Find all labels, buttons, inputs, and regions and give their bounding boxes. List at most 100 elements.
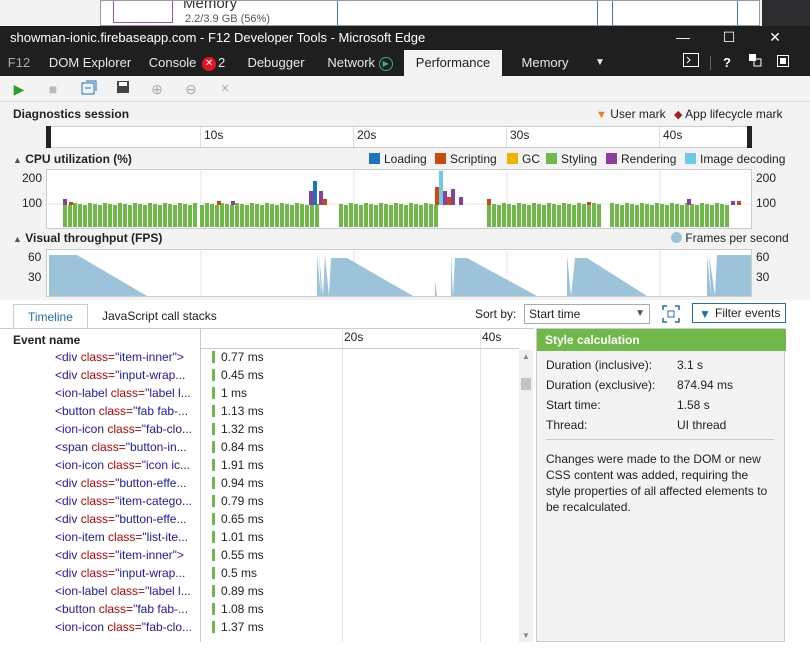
cpu-bar [217,201,221,205]
event-duration-row[interactable]: 1.13 ms [212,404,342,422]
save-icon[interactable] [114,80,132,98]
event-row[interactable]: <span class="button-in... [0,440,200,458]
event-duration-row[interactable]: 0.89 ms [212,584,342,602]
filter-events-button[interactable]: ▼ Filter events [692,303,786,323]
minimize-button[interactable]: — [660,26,706,50]
event-row[interactable]: <ion-item class="list-ite... [0,530,200,548]
event-value: "item-inner"> [115,548,184,562]
range-end-handle[interactable] [747,126,752,148]
event-attr: class= [110,584,146,598]
event-duration-row[interactable]: 1.37 ms [212,620,342,638]
event-row[interactable]: <ion-icon class="fab-clo... [0,620,200,638]
cpu-bar [587,202,591,205]
cpu-section-header[interactable]: ▲ CPU utilization (%) [13,152,132,166]
scroll-up-icon[interactable]: ▲ [522,352,530,361]
event-attr: class= [80,368,116,382]
timeline-ruler[interactable]: 10s 20s 30s 40s [46,126,752,149]
fit-to-view-icon[interactable] [662,305,680,323]
event-row[interactable]: <button class="fab fab-... [0,602,200,620]
zoom-out-icon[interactable]: ⊖ [182,80,200,98]
tab-console[interactable]: Console ✕ 2 [142,50,232,76]
zoom-in-icon[interactable]: ⊕ [148,80,166,98]
sort-by-select[interactable]: Start time ▼ [524,304,650,324]
cpu-bar [695,205,699,227]
event-row[interactable]: <ion-label class="label l... [0,584,200,602]
event-row[interactable]: <ion-icon class="fab-clo... [0,422,200,440]
tab-js-call-stacks[interactable]: JavaScript call stacks [88,304,231,328]
devtools-tabbar: F12 DOM Explorer Console ✕ 2 Debugger Net… [0,50,810,76]
cpu-bar [153,204,157,227]
sort-by-value: Start time [529,307,581,321]
event-row[interactable]: <div class="item-catego... [0,494,200,512]
undock-icon[interactable] [740,50,770,76]
cpu-bar [163,203,167,227]
event-duration-row[interactable]: 1.01 ms [212,530,342,548]
console-error-count: 2 [218,55,226,70]
help-icon[interactable]: ? [712,50,742,76]
start-profiling-icon[interactable]: ▶ [10,80,28,98]
legend-styling-label: Styling [561,152,598,166]
tab-memory[interactable]: Memory [510,50,580,76]
console-pane-icon[interactable] [676,50,706,76]
event-row[interactable]: <div class="button-effe... [0,512,200,530]
event-duration-row[interactable]: 0.45 ms [212,368,342,386]
event-list-scrollbar[interactable]: ▲ ▼ [519,350,533,642]
stop-profiling-icon[interactable]: ■ [44,80,62,98]
more-tabs-icon[interactable]: ▼ [586,50,614,76]
event-duration-row[interactable]: 1.32 ms [212,422,342,440]
cpu-bar [527,205,531,227]
cpu-bar [183,204,187,227]
close-button[interactable]: ✕ [752,26,798,50]
close-devtools-icon[interactable] [768,50,798,76]
event-duration-row[interactable]: 0.77 ms [212,350,342,368]
f12-label: F12 [7,55,31,70]
scroll-down-icon[interactable]: ▼ [522,631,530,640]
maximize-button[interactable]: ☐ [706,26,752,50]
event-duration-row[interactable]: 0.79 ms [212,494,342,512]
event-duration-row[interactable]: 0.65 ms [212,512,342,530]
chevron-down-icon: ▼ [635,308,645,319]
event-row[interactable]: <ion-icon class="icon ic... [0,458,200,476]
event-row[interactable]: <button class="fab fab-... [0,404,200,422]
cpu-chart[interactable] [46,169,752,229]
tab-dom-explorer[interactable]: DOM Explorer [40,50,140,76]
cpu-bar [240,204,244,227]
legend-scripting-label: Scripting [450,152,497,166]
event-row[interactable]: <div class="input-wrap... [0,368,200,386]
event-duration-row[interactable]: 0.84 ms [212,440,342,458]
event-row[interactable]: <div class="item-inner"> [0,350,200,368]
event-duration-row[interactable]: 0.94 ms [212,476,342,494]
event-row[interactable]: <div class="item-inner"> [0,548,200,566]
event-value: "button-in... [125,440,187,454]
cpu-bar [492,204,496,227]
cpu-bar [459,197,463,205]
event-duration: 0.79 ms [221,494,264,508]
tab-network[interactable]: Network ▶ [322,50,398,76]
tab-debugger[interactable]: Debugger [240,50,312,76]
user-mark-legend: ▼ User mark [596,107,666,121]
import-session-icon[interactable] [80,80,98,98]
fps-section-header[interactable]: ▲ Visual throughput (FPS) [13,231,162,245]
collapse-icon: ▲ [13,155,22,165]
fps-area [567,255,647,296]
tab-timeline[interactable]: Timeline [13,304,88,328]
event-row[interactable]: <ion-label class="label l... [0,386,200,404]
fps-chart[interactable] [46,249,752,297]
clear-selection-icon[interactable]: ✕ [216,80,234,98]
event-duration-row[interactable]: 1.08 ms [212,602,342,620]
event-duration-row[interactable]: 0.5 ms [212,566,342,584]
event-duration-row[interactable]: 0.55 ms [212,548,342,566]
event-row[interactable]: <div class="button-effe... [0,476,200,494]
event-duration-bar [212,531,215,543]
cpu-bar [675,204,679,227]
scroll-thumb[interactable] [521,378,531,390]
error-icon: ✕ [202,57,217,71]
event-duration-row[interactable]: 1 ms [212,386,342,404]
cpu-bar [379,203,383,227]
cpu-bar [188,205,192,227]
event-row[interactable]: <div class="input-wrap... [0,566,200,584]
event-duration-row[interactable]: 1.91 ms [212,458,342,476]
range-start-handle[interactable] [46,126,51,148]
event-duration: 1.01 ms [221,530,264,544]
tab-performance[interactable]: Performance [404,50,502,76]
